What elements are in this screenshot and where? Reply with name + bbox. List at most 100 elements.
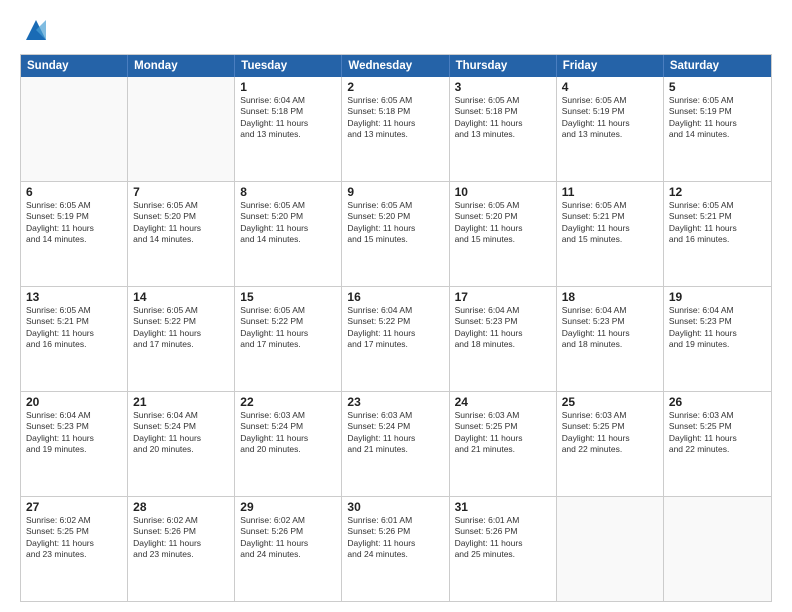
day-number: 26	[669, 395, 766, 409]
day-number: 4	[562, 80, 658, 94]
logo	[20, 16, 50, 44]
calendar-header: SundayMondayTuesdayWednesdayThursdayFrid…	[21, 55, 771, 77]
calendar-cell: 25Sunrise: 6:03 AM Sunset: 5:25 PM Dayli…	[557, 392, 664, 496]
calendar-cell: 9Sunrise: 6:05 AM Sunset: 5:20 PM Daylig…	[342, 182, 449, 286]
day-number: 15	[240, 290, 336, 304]
day-info: Sunrise: 6:05 AM Sunset: 5:18 PM Dayligh…	[347, 95, 443, 141]
day-info: Sunrise: 6:03 AM Sunset: 5:25 PM Dayligh…	[562, 410, 658, 456]
calendar-cell: 29Sunrise: 6:02 AM Sunset: 5:26 PM Dayli…	[235, 497, 342, 601]
header-day-tuesday: Tuesday	[235, 55, 342, 77]
day-number: 23	[347, 395, 443, 409]
day-info: Sunrise: 6:03 AM Sunset: 5:24 PM Dayligh…	[240, 410, 336, 456]
day-info: Sunrise: 6:05 AM Sunset: 5:21 PM Dayligh…	[669, 200, 766, 246]
calendar-cell: 13Sunrise: 6:05 AM Sunset: 5:21 PM Dayli…	[21, 287, 128, 391]
calendar-cell: 27Sunrise: 6:02 AM Sunset: 5:25 PM Dayli…	[21, 497, 128, 601]
calendar-cell: 21Sunrise: 6:04 AM Sunset: 5:24 PM Dayli…	[128, 392, 235, 496]
day-number: 12	[669, 185, 766, 199]
header-day-friday: Friday	[557, 55, 664, 77]
day-info: Sunrise: 6:04 AM Sunset: 5:18 PM Dayligh…	[240, 95, 336, 141]
day-number: 29	[240, 500, 336, 514]
header-day-sunday: Sunday	[21, 55, 128, 77]
calendar-cell: 28Sunrise: 6:02 AM Sunset: 5:26 PM Dayli…	[128, 497, 235, 601]
calendar-cell: 19Sunrise: 6:04 AM Sunset: 5:23 PM Dayli…	[664, 287, 771, 391]
calendar-week-4: 20Sunrise: 6:04 AM Sunset: 5:23 PM Dayli…	[21, 391, 771, 496]
day-number: 31	[455, 500, 551, 514]
day-info: Sunrise: 6:04 AM Sunset: 5:24 PM Dayligh…	[133, 410, 229, 456]
day-number: 10	[455, 185, 551, 199]
day-info: Sunrise: 6:04 AM Sunset: 5:23 PM Dayligh…	[455, 305, 551, 351]
calendar-week-1: 1Sunrise: 6:04 AM Sunset: 5:18 PM Daylig…	[21, 77, 771, 181]
day-number: 13	[26, 290, 122, 304]
day-info: Sunrise: 6:05 AM Sunset: 5:21 PM Dayligh…	[26, 305, 122, 351]
calendar-cell: 4Sunrise: 6:05 AM Sunset: 5:19 PM Daylig…	[557, 77, 664, 181]
header-day-wednesday: Wednesday	[342, 55, 449, 77]
day-number: 19	[669, 290, 766, 304]
day-number: 1	[240, 80, 336, 94]
day-number: 27	[26, 500, 122, 514]
day-info: Sunrise: 6:05 AM Sunset: 5:20 PM Dayligh…	[455, 200, 551, 246]
day-number: 18	[562, 290, 658, 304]
day-number: 17	[455, 290, 551, 304]
calendar-week-2: 6Sunrise: 6:05 AM Sunset: 5:19 PM Daylig…	[21, 181, 771, 286]
calendar-cell	[557, 497, 664, 601]
day-info: Sunrise: 6:05 AM Sunset: 5:18 PM Dayligh…	[455, 95, 551, 141]
header-day-saturday: Saturday	[664, 55, 771, 77]
day-number: 14	[133, 290, 229, 304]
calendar-cell: 30Sunrise: 6:01 AM Sunset: 5:26 PM Dayli…	[342, 497, 449, 601]
day-info: Sunrise: 6:02 AM Sunset: 5:26 PM Dayligh…	[133, 515, 229, 561]
day-info: Sunrise: 6:04 AM Sunset: 5:23 PM Dayligh…	[26, 410, 122, 456]
day-info: Sunrise: 6:02 AM Sunset: 5:26 PM Dayligh…	[240, 515, 336, 561]
calendar-cell: 17Sunrise: 6:04 AM Sunset: 5:23 PM Dayli…	[450, 287, 557, 391]
calendar-week-5: 27Sunrise: 6:02 AM Sunset: 5:25 PM Dayli…	[21, 496, 771, 601]
calendar-cell	[21, 77, 128, 181]
day-number: 11	[562, 185, 658, 199]
day-info: Sunrise: 6:03 AM Sunset: 5:25 PM Dayligh…	[669, 410, 766, 456]
day-info: Sunrise: 6:03 AM Sunset: 5:25 PM Dayligh…	[455, 410, 551, 456]
calendar-cell: 26Sunrise: 6:03 AM Sunset: 5:25 PM Dayli…	[664, 392, 771, 496]
day-info: Sunrise: 6:05 AM Sunset: 5:19 PM Dayligh…	[669, 95, 766, 141]
day-number: 22	[240, 395, 336, 409]
day-info: Sunrise: 6:01 AM Sunset: 5:26 PM Dayligh…	[347, 515, 443, 561]
calendar-cell: 8Sunrise: 6:05 AM Sunset: 5:20 PM Daylig…	[235, 182, 342, 286]
calendar-cell: 2Sunrise: 6:05 AM Sunset: 5:18 PM Daylig…	[342, 77, 449, 181]
calendar-cell: 12Sunrise: 6:05 AM Sunset: 5:21 PM Dayli…	[664, 182, 771, 286]
logo-icon	[22, 16, 50, 44]
calendar-cell: 14Sunrise: 6:05 AM Sunset: 5:22 PM Dayli…	[128, 287, 235, 391]
calendar-cell: 31Sunrise: 6:01 AM Sunset: 5:26 PM Dayli…	[450, 497, 557, 601]
day-info: Sunrise: 6:05 AM Sunset: 5:20 PM Dayligh…	[347, 200, 443, 246]
calendar-cell: 15Sunrise: 6:05 AM Sunset: 5:22 PM Dayli…	[235, 287, 342, 391]
day-number: 20	[26, 395, 122, 409]
calendar: SundayMondayTuesdayWednesdayThursdayFrid…	[20, 54, 772, 602]
day-number: 30	[347, 500, 443, 514]
calendar-cell: 1Sunrise: 6:04 AM Sunset: 5:18 PM Daylig…	[235, 77, 342, 181]
calendar-cell	[664, 497, 771, 601]
calendar-cell: 11Sunrise: 6:05 AM Sunset: 5:21 PM Dayli…	[557, 182, 664, 286]
day-number: 3	[455, 80, 551, 94]
calendar-week-3: 13Sunrise: 6:05 AM Sunset: 5:21 PM Dayli…	[21, 286, 771, 391]
day-info: Sunrise: 6:04 AM Sunset: 5:23 PM Dayligh…	[669, 305, 766, 351]
header-day-monday: Monday	[128, 55, 235, 77]
day-number: 2	[347, 80, 443, 94]
day-info: Sunrise: 6:04 AM Sunset: 5:22 PM Dayligh…	[347, 305, 443, 351]
header	[20, 16, 772, 44]
day-number: 21	[133, 395, 229, 409]
day-number: 5	[669, 80, 766, 94]
calendar-cell: 23Sunrise: 6:03 AM Sunset: 5:24 PM Dayli…	[342, 392, 449, 496]
calendar-cell: 20Sunrise: 6:04 AM Sunset: 5:23 PM Dayli…	[21, 392, 128, 496]
day-number: 8	[240, 185, 336, 199]
calendar-cell: 7Sunrise: 6:05 AM Sunset: 5:20 PM Daylig…	[128, 182, 235, 286]
calendar-cell: 18Sunrise: 6:04 AM Sunset: 5:23 PM Dayli…	[557, 287, 664, 391]
day-info: Sunrise: 6:05 AM Sunset: 5:22 PM Dayligh…	[133, 305, 229, 351]
calendar-cell: 16Sunrise: 6:04 AM Sunset: 5:22 PM Dayli…	[342, 287, 449, 391]
day-info: Sunrise: 6:05 AM Sunset: 5:20 PM Dayligh…	[240, 200, 336, 246]
calendar-body: 1Sunrise: 6:04 AM Sunset: 5:18 PM Daylig…	[21, 77, 771, 601]
page: SundayMondayTuesdayWednesdayThursdayFrid…	[0, 0, 792, 612]
calendar-cell: 22Sunrise: 6:03 AM Sunset: 5:24 PM Dayli…	[235, 392, 342, 496]
day-number: 25	[562, 395, 658, 409]
day-number: 7	[133, 185, 229, 199]
day-number: 16	[347, 290, 443, 304]
header-day-thursday: Thursday	[450, 55, 557, 77]
day-info: Sunrise: 6:05 AM Sunset: 5:19 PM Dayligh…	[26, 200, 122, 246]
day-info: Sunrise: 6:04 AM Sunset: 5:23 PM Dayligh…	[562, 305, 658, 351]
calendar-cell: 24Sunrise: 6:03 AM Sunset: 5:25 PM Dayli…	[450, 392, 557, 496]
